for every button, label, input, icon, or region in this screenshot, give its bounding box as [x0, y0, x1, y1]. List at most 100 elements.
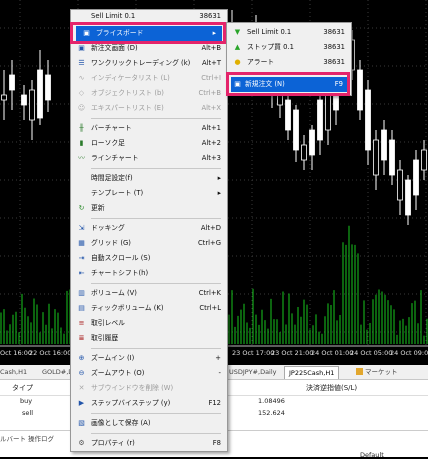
menu-item-label: ズームイン (I)	[91, 354, 135, 362]
time-label: 24 Oct 01:00	[311, 349, 354, 357]
expert-list-icon: ☺	[77, 104, 86, 112]
candle-body	[1, 94, 7, 101]
row-value: 1.08496	[258, 397, 285, 405]
time-label: 24 Oct 05:00	[350, 349, 393, 357]
menu-item-docking[interactable]: ⇲ ドッキング Alt+D	[71, 221, 227, 236]
menu-item-item-11[interactable]: 時間足設定(f) ▸	[71, 171, 227, 186]
menu-item-label: 取引レベル	[91, 319, 125, 327]
indicator-list-icon: ∿	[78, 74, 85, 82]
menu-item-auto-scroll[interactable]: ⇥ 自動スクロール (S)	[71, 251, 227, 266]
menu-item-bar-chart[interactable]: ╫ バーチャート Alt+1	[71, 121, 227, 136]
menu-item-shortcut: Ctrl+K	[198, 289, 221, 297]
submenu-item-sell-limit[interactable]: ▼ Sell Limit 0.1 38631	[227, 25, 351, 40]
submenu-item-alert[interactable]: ● アラート 38631	[227, 55, 351, 70]
submenu-arrow-icon: ▸	[217, 189, 221, 197]
tick-volume-icon: ▤	[78, 304, 85, 312]
tab-usdjpy-daily[interactable]: USDJPY#,Daily	[229, 366, 277, 378]
menu-item-line-chart[interactable]: 〰ラインチャート Alt+3	[71, 151, 227, 166]
menu-item-step-by-step[interactable]: ▶ ステップバイステップ (y) F12	[71, 396, 227, 411]
tab-jp225cash-h1[interactable]: JP225Cash,H1	[284, 366, 340, 379]
menu-item-label: ドッキング	[91, 224, 125, 232]
submenu-item-buy-stop[interactable]: ▲ ストップ買 0.1 38631	[227, 40, 351, 55]
menu-item-refresh[interactable]: ↻ 更新	[71, 201, 227, 216]
menu-separator	[91, 118, 221, 119]
tab-journal[interactable]: 操作ログ	[28, 433, 54, 443]
tab-market[interactable]: マーケット	[356, 366, 398, 378]
one-click-trading-icon: ☰	[78, 59, 85, 67]
menu-item-tick-volume[interactable]: ▤ ティックボリューム (K) Ctrl+L	[71, 301, 227, 316]
menu-item-label: 取引履歴	[91, 334, 119, 342]
menu-item-label: 自動スクロール (S)	[91, 254, 151, 262]
candle-body	[309, 129, 315, 156]
menu-item-one-click-trading[interactable]: ☰ ワンクリックトレーディング (k) Alt+T	[71, 56, 227, 71]
candle-body	[397, 169, 403, 201]
row-type: buy	[20, 397, 33, 405]
menu-item-label: 画像として保存 (A)	[91, 419, 151, 427]
menu-item-volume[interactable]: ▥ ボリューム (V) Ctrl+K	[71, 286, 227, 301]
menu-item-shortcut: +	[215, 354, 221, 362]
menu-item-shortcut: Ctrl+B	[198, 89, 221, 97]
time-label: 23 Oct 17:00	[232, 349, 275, 357]
properties-icon: ⚙	[78, 439, 85, 447]
submenu-item-label: アラート	[247, 58, 275, 66]
menu-separator	[91, 168, 221, 169]
menu-separator	[91, 283, 221, 284]
menu-item-shortcut: Alt+D	[200, 224, 221, 232]
menu-item-label: 更新	[91, 204, 105, 212]
time-label: 24 Oct 09:00	[390, 349, 428, 357]
zoom-out-icon: ⊖	[78, 369, 85, 377]
buy-stop-icon: ▲	[234, 43, 241, 51]
candle-body	[365, 89, 371, 151]
tab-cash-h1[interactable]: Cash,H1	[0, 366, 27, 378]
menu-item-trade-levels[interactable]: ≡ 取引レベル	[71, 316, 227, 331]
object-list-icon: ◇	[78, 89, 85, 97]
candle-body	[21, 94, 27, 106]
submenu-item-value: 38631	[323, 58, 345, 66]
time-label: 22 Oct 16:00	[29, 349, 72, 357]
candle-body	[421, 149, 427, 171]
menu-item-shortcut: Ctrl+G	[197, 239, 221, 247]
menu-item-label: 時間足設定(f)	[91, 174, 133, 182]
tab-market-label: マーケット	[365, 368, 398, 376]
menu-item-chart-shift[interactable]: ⇤ チャートシフト(h)	[71, 266, 227, 281]
grid-icon: ▦	[78, 239, 85, 247]
menu-item-label: ワンクリックトレーディング (k)	[91, 59, 191, 67]
menu-item-trade-history[interactable]: ≣ 取引履歴	[71, 331, 227, 346]
chart-shift-icon: ⇤	[78, 269, 85, 277]
menu-separator	[91, 218, 221, 219]
default-label: Default	[360, 451, 384, 459]
candle-body	[373, 139, 379, 176]
menu-item-save-image[interactable]: ▧ 画像として保存 (A)	[71, 416, 227, 431]
tab-gold-d[interactable]: GOLD#,D	[42, 366, 73, 378]
submenu-item-value: 38631	[323, 28, 345, 36]
docking-icon: ⇲	[78, 224, 85, 232]
menu-item-item-12[interactable]: テンプレート (T) ▸	[71, 186, 227, 201]
candle-body	[317, 99, 323, 141]
menu-item-label: ボリューム (V)	[91, 289, 137, 297]
menu-item-grid[interactable]: ▦ グリッド (G) Ctrl+G	[71, 236, 227, 251]
candle-body	[301, 144, 307, 161]
menu-item-candlestick[interactable]: ▮ ローソク足 Alt+2	[71, 136, 227, 151]
col-sl-header: 決済逆指値(S/L)	[306, 384, 358, 392]
menu-item-object-list: ◇ オブジェクトリスト (b) Ctrl+B	[71, 86, 227, 101]
volume-icon: ▥	[78, 289, 85, 297]
candle-body	[285, 99, 291, 131]
menu-item-label: エキスパートリスト (E)	[91, 104, 164, 112]
menu-item-label: ズームアウト (O)	[91, 369, 145, 377]
candlestick-icon: ▮	[79, 139, 84, 147]
row-value: 152.624	[258, 409, 285, 417]
menu-item-properties[interactable]: ⚙ プロパティ (r) F8	[71, 436, 227, 451]
candle-body	[29, 89, 35, 121]
menu-item-label: インディケータリスト (L)	[91, 74, 170, 82]
menu-item-top-partial[interactable]: Sell Limit 0.1 38631	[71, 10, 227, 22]
tab-alerts[interactable]: ルバート	[0, 433, 26, 443]
menu-item-shortcut: F8	[212, 439, 221, 447]
submenu-item-value: 38631	[323, 43, 345, 51]
menu-item-label: オブジェクトリスト (b)	[91, 89, 164, 97]
menu-item-value: 38631	[199, 12, 221, 20]
menu-item-zoom-in[interactable]: ⊕ ズームイン (I) +	[71, 351, 227, 366]
menu-item-label: プロパティ (r)	[91, 439, 135, 447]
menu-item-zoom-out[interactable]: ⊖ ズームアウト (O) -	[71, 366, 227, 381]
menu-separator	[91, 433, 221, 434]
candle-body	[357, 69, 363, 111]
